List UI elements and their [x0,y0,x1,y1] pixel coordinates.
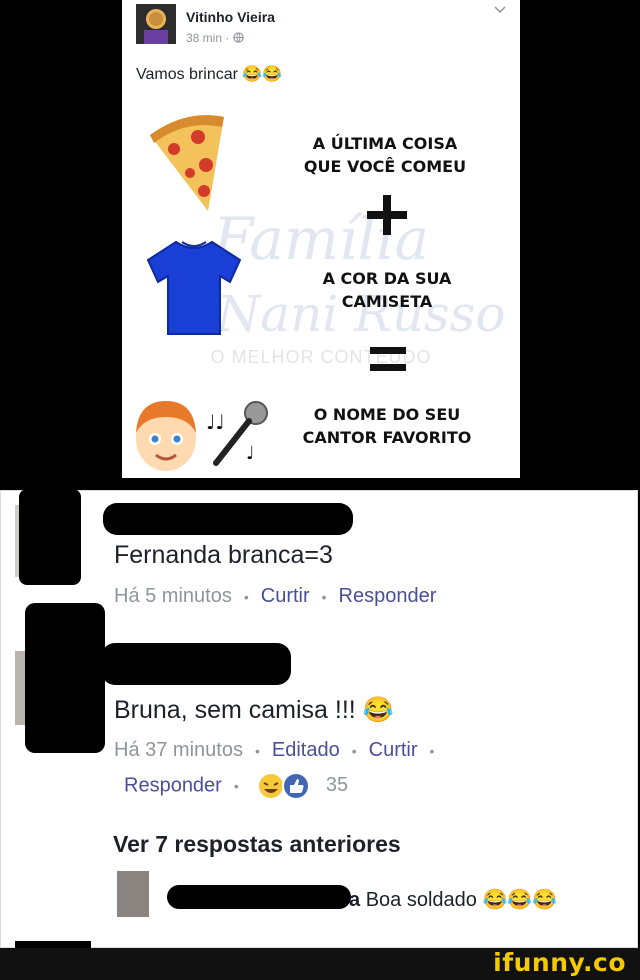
game-image: Família Nani Russo O MELHOR CONTEÚDO A Ú… [122,95,520,478]
comment-text: Bruna, sem camisa !!! 😂 [114,696,394,725]
laughing-emoji-icon: 😂 [362,696,394,724]
microphone-music-icon: ♩♩ ♩ [206,401,268,466]
reply-text: a Boa soldado 😂😂😂 [349,887,557,912]
comment-time[interactable]: Há 37 minutos [114,739,243,761]
reply-button[interactable]: Responder [339,585,437,607]
ifunny-logo: ifunny.co [493,948,626,977]
post-text-body: Vamos brincar [136,66,238,83]
game-line-food: A ÚLTIMA COISA QUE VOCÊ COMEU [303,134,467,176]
comments-panel: Fernanda branca=3 Há 5 minutos • Curtir • Re… [0,489,638,951]
like-button[interactable]: Curtir [369,739,418,761]
chevron-down-icon[interactable] [494,2,506,17]
redacted-commenter-name [101,643,291,685]
watermark-bar: ifunny.co [0,948,640,980]
reply-text-body: Boa soldado [365,889,477,911]
shared-post-card: Vitinho Vieira 38 min · Vamos brincar 😂😂… [122,0,520,478]
comment-actions-row2: Responder • 35 [124,771,348,801]
laughing-emoji-icon: 😂😂😂 [482,889,558,911]
reply-button[interactable]: Responder [124,774,222,796]
post-meta: 38 min · [186,31,244,45]
reply-avatar[interactable] [117,871,149,917]
edited-label[interactable]: Editado [272,739,340,761]
redacted-commenter-name [103,503,353,535]
pizza-icon [150,115,224,211]
redacted-avatar-scribble [25,603,105,753]
author-avatar[interactable] [136,4,176,44]
author-name[interactable]: Vitinho Vieira [186,9,275,25]
redacted-avatar-scribble [19,489,81,585]
comment-actions: Há 5 minutos • Curtir • Responder [114,585,437,607]
comment-actions: Há 37 minutos • Editado • Curtir • [114,739,435,761]
boy-face-icon [136,401,196,471]
t-shirt-icon [146,240,242,335]
reply-name-tail[interactable]: a [349,889,360,911]
globe-icon [233,31,244,45]
post-time[interactable]: 38 min [186,31,222,45]
see-previous-replies-link[interactable]: Ver 7 respostas anteriores [113,831,401,858]
comment-time[interactable]: Há 5 minutos [114,585,232,607]
comment-text: Fernanda branca=3 [114,541,333,569]
svg-text:♩: ♩ [246,443,255,464]
game-line-singer: O NOME DO SEU CANTOR FAVORITO [302,405,472,447]
comment-text-body: Bruna, sem camisa !!! [114,696,356,724]
like-button[interactable]: Curtir [261,585,310,607]
plus-sign-icon [367,195,407,235]
redacted-reply-name [167,885,351,909]
svg-text:♩♩: ♩♩ [206,410,225,434]
laughing-emoji-icon: 😂😂 [242,66,283,83]
post-text: Vamos brincar 😂😂 [136,64,282,84]
reaction-count[interactable]: 35 [326,774,348,796]
reaction-icons[interactable] [256,771,314,801]
game-line-shirt-color: A COR DA SUA CAMISETA [322,269,452,311]
equals-sign-icon [370,347,406,372]
watermark-tag: O MELHOR CONTEÚDO [210,347,432,367]
